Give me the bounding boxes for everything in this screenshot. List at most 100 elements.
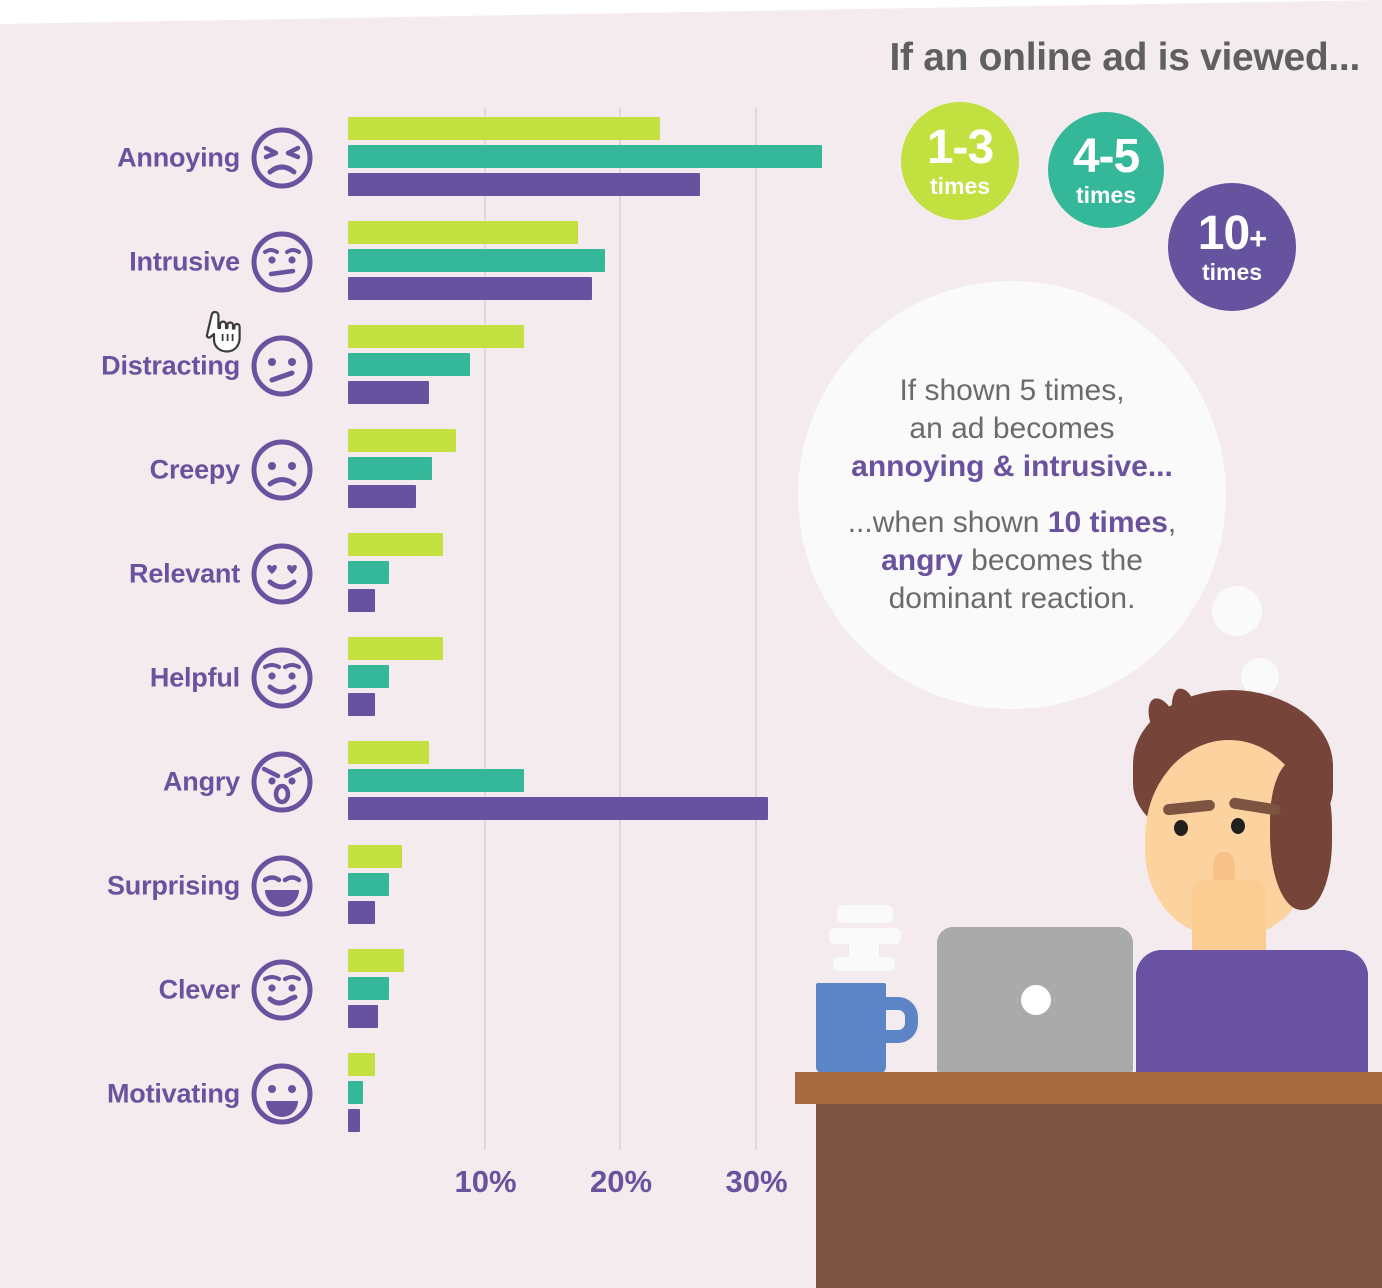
face-smiling-icon bbox=[249, 645, 315, 711]
bar-creepy-4-5-times bbox=[348, 457, 432, 480]
pointer-cursor-icon bbox=[205, 310, 241, 354]
bar-motivating-4-5-times bbox=[348, 1081, 363, 1104]
bar-clever-1-3-times bbox=[348, 949, 404, 972]
face-grin-icon bbox=[249, 1061, 315, 1127]
face-smirk-icon bbox=[249, 957, 315, 1023]
steam-top-icon bbox=[837, 905, 893, 923]
bar-motivating-1-3-times bbox=[348, 1053, 376, 1076]
bar-clever-4-5-times bbox=[348, 977, 389, 1000]
bar-distracting-4-5-times bbox=[348, 353, 470, 376]
bar-surprising-1-3-times bbox=[348, 845, 403, 868]
chart-row: Annoying bbox=[0, 110, 860, 206]
bar-relevant-1-3-times bbox=[348, 533, 443, 556]
frequency-times-label: times bbox=[1075, 182, 1137, 208]
chart-row: Creepy bbox=[0, 422, 860, 518]
thought-bubble-text: If shown 5 times, an ad becomes annoying… bbox=[822, 372, 1202, 619]
frequency-circle-10[interactable]: 10+ times bbox=[1168, 183, 1296, 311]
axis-tick-30: 30% bbox=[725, 1164, 788, 1199]
category-label-distracting: Distracting bbox=[101, 350, 240, 381]
bar-group bbox=[348, 429, 868, 511]
bar-group bbox=[348, 325, 868, 407]
bubble-line-2: an ad becomes bbox=[909, 411, 1115, 445]
chart-row: Relevant bbox=[0, 526, 860, 622]
chart-row: Helpful bbox=[0, 630, 860, 726]
bar-angry-10-times bbox=[348, 797, 769, 820]
face-frowning-icon bbox=[249, 437, 315, 503]
face-angry-icon bbox=[249, 749, 315, 815]
bubble-line-4-bold: 10 times bbox=[1047, 506, 1168, 539]
steam-bottom-icon bbox=[833, 957, 895, 971]
infographic-canvas: Annoying Intrusive Distracting Creepy Releva… bbox=[0, 0, 1382, 1288]
face-annoyed-icon bbox=[249, 125, 315, 191]
face-heart-eyes-icon bbox=[249, 541, 315, 607]
category-label-annoying: Annoying bbox=[117, 142, 240, 173]
desk-front-panel bbox=[816, 1104, 1382, 1288]
bar-helpful-10-times bbox=[348, 693, 376, 716]
axis-tick-10: 10% bbox=[454, 1164, 517, 1199]
frequency-circle-4-5[interactable]: 4-5 times bbox=[1048, 112, 1164, 228]
person-eye-left bbox=[1174, 820, 1188, 836]
bar-annoying-1-3-times bbox=[348, 117, 660, 140]
bar-group bbox=[348, 533, 868, 615]
face-confused-icon bbox=[249, 333, 315, 399]
chart-row: Distracting bbox=[0, 318, 860, 414]
category-label-angry: Angry bbox=[162, 766, 240, 797]
bar-group bbox=[348, 637, 868, 719]
bar-motivating-10-times bbox=[348, 1109, 361, 1132]
laptop-logo-icon bbox=[1021, 985, 1051, 1015]
bar-helpful-4-5-times bbox=[348, 665, 389, 688]
category-label-surprising: Surprising bbox=[106, 870, 240, 901]
frequency-number: 10+ bbox=[1197, 207, 1268, 260]
bar-surprising-4-5-times bbox=[348, 873, 389, 896]
category-label-relevant: Relevant bbox=[129, 558, 240, 589]
bar-helpful-1-3-times bbox=[348, 637, 443, 660]
thought-bubble: If shown 5 times, an ad becomes annoying… bbox=[798, 281, 1226, 709]
person-hair-side bbox=[1270, 760, 1332, 910]
frequency-times-label: times bbox=[929, 173, 991, 199]
bubble-line-6: dominant reaction. bbox=[888, 582, 1136, 616]
category-label-clever: Clever bbox=[158, 974, 241, 1005]
bar-surprising-10-times bbox=[348, 901, 376, 924]
bar-group bbox=[348, 949, 868, 1031]
frequency-circle-1-3[interactable]: 1-3 times bbox=[901, 102, 1019, 220]
bar-intrusive-1-3-times bbox=[348, 221, 579, 244]
bar-group bbox=[348, 741, 868, 823]
face-worried-icon bbox=[249, 229, 315, 295]
page-title: If an online ad is viewed... bbox=[889, 36, 1360, 79]
bar-intrusive-4-5-times bbox=[348, 249, 606, 272]
thought-dot-large bbox=[1212, 586, 1262, 636]
bubble-line-4-pre: ...when shown bbox=[847, 506, 1048, 539]
bar-group bbox=[348, 845, 868, 927]
chart-row: Clever bbox=[0, 942, 860, 1038]
bar-distracting-10-times bbox=[348, 381, 430, 404]
bar-distracting-1-3-times bbox=[348, 325, 525, 348]
frequency-plus-sign: + bbox=[1249, 221, 1267, 256]
bar-annoying-10-times bbox=[348, 173, 701, 196]
bar-group bbox=[348, 117, 868, 199]
person-eye-right bbox=[1231, 818, 1245, 834]
chart-row: Intrusive bbox=[0, 214, 860, 310]
bar-creepy-10-times bbox=[348, 485, 416, 508]
bar-group bbox=[348, 1053, 868, 1135]
frequency-times-label: times bbox=[1201, 259, 1263, 285]
axis-tick-20: 20% bbox=[589, 1164, 653, 1199]
category-label-motivating: Motivating bbox=[107, 1078, 240, 1109]
chart-row: Angry bbox=[0, 734, 860, 830]
bar-intrusive-10-times bbox=[348, 277, 592, 300]
person-sleeve bbox=[1136, 950, 1368, 1024]
bar-chart: Annoying Intrusive Distracting Creepy Releva… bbox=[0, 0, 860, 1288]
bar-group bbox=[348, 221, 868, 303]
bar-relevant-10-times bbox=[348, 589, 376, 612]
category-label-creepy: Creepy bbox=[149, 454, 241, 485]
bar-annoying-4-5-times bbox=[348, 145, 823, 168]
chart-row: Surprising bbox=[0, 838, 860, 934]
bar-angry-4-5-times bbox=[348, 769, 525, 792]
face-laughing-icon bbox=[249, 853, 315, 919]
chart-row: Motivating bbox=[0, 1046, 860, 1142]
bubble-line-1: If shown 5 times, bbox=[899, 373, 1125, 407]
bar-angry-1-3-times bbox=[348, 741, 430, 764]
coffee-mug bbox=[816, 983, 886, 1073]
frequency-number: 4-5 bbox=[1072, 130, 1140, 183]
bubble-line-5-highlight: angry bbox=[881, 544, 963, 578]
bar-creepy-1-3-times bbox=[348, 429, 457, 452]
